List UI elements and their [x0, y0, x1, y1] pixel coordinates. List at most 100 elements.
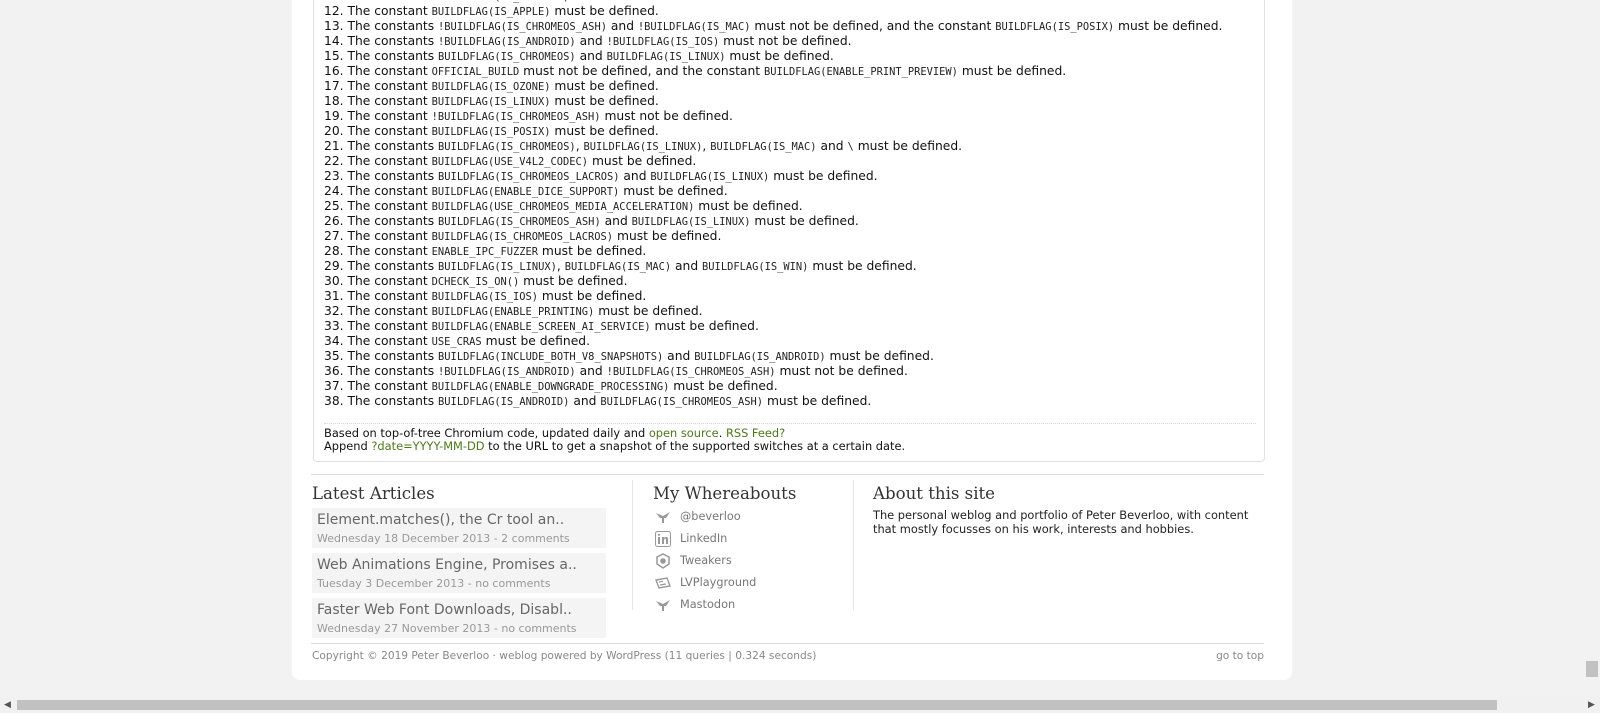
condition-item: 21. The constants BUILDFLAG(IS_CHROMEOS)…: [324, 139, 1259, 154]
condition-number: 25.: [324, 199, 344, 213]
constant-code: BUILDFLAG(IS_OZONE): [431, 81, 551, 93]
condition-number: 36.: [324, 364, 344, 378]
constant-code: BUILDFLAG(IS_LINUX): [438, 261, 557, 273]
condition-item: 12. The constant BUILDFLAG(IS_APPLE) mus…: [324, 4, 1259, 19]
constant-code: BUILDFLAG(USE_CHROMEOS_MEDIA_ACCELERATIO…: [431, 201, 695, 213]
constant-code: BUILDFLAG(ENABLE_PRINT_PREVIEW): [763, 66, 958, 78]
condition-text: ,: [556, 259, 565, 273]
condition-text: The constants: [347, 214, 439, 228]
article-title[interactable]: Web Animations Engine, Promises a..: [317, 557, 577, 573]
divider: [311, 643, 1264, 644]
constant-code: !BUILDFLAG(IS_CHROMEOS_ASH): [431, 111, 601, 123]
condition-text: The constants: [347, 49, 439, 63]
footer-text: to the URL to get a snapshot of the supp…: [484, 439, 906, 453]
constant-code: BUILDFLAG(ENABLE_DICE_SUPPORT): [431, 186, 620, 198]
condition-item: 34. The constant USE_CRAS must be define…: [324, 334, 1259, 349]
scroll-right-arrow-icon[interactable]: ▶: [1588, 700, 1595, 710]
whereabouts-label[interactable]: Tweakers: [680, 554, 732, 567]
condition-number: 11.: [324, 0, 344, 3]
constant-code: !BUILDFLAG(IS_IOS): [606, 36, 720, 48]
whereabouts-label[interactable]: LinkedIn: [680, 532, 727, 545]
constant-code: !BUILDFLAG(IS_ANDROID): [432, 0, 570, 3]
constant-code: BUILDFLAG(IS_CHROMEOS_ASH): [438, 216, 601, 228]
condition-text: must be defined.: [550, 124, 659, 138]
condition-item: 30. The constant DCHECK_IS_ON() must be …: [324, 274, 1259, 289]
condition-number: 37.: [324, 379, 344, 393]
condition-item: 31. The constant BUILDFLAG(IS_IOS) must …: [324, 289, 1259, 304]
whereabouts-label[interactable]: Mastodon: [680, 598, 735, 611]
condition-number: 16.: [324, 64, 344, 78]
condition-number: 17.: [324, 79, 344, 93]
condition-text: and: [575, 34, 607, 48]
tweakers-icon: [655, 553, 671, 569]
condition-number: 26.: [324, 214, 344, 228]
go-to-top-link[interactable]: go to top: [1216, 650, 1264, 662]
condition-number: 15.: [324, 49, 344, 63]
whereabouts-label[interactable]: @beverloo: [680, 510, 741, 523]
open-source-link[interactable]: open source: [649, 426, 719, 440]
condition-text: and: [575, 364, 607, 378]
condition-item: 19. The constant !BUILDFLAG(IS_CHROMEOS_…: [324, 109, 1259, 124]
condition-text: must not be defined.: [569, 0, 701, 3]
box-footer: Based on top-of-tree Chromium code, upda…: [324, 427, 905, 453]
constant-code: BUILDFLAG(IS_ANDROID): [694, 351, 826, 363]
condition-text: must be defined.: [613, 229, 722, 243]
constant-code: BUILDFLAG(IS_CHROMEOS_LACROS): [438, 171, 620, 183]
condition-text: and: [671, 259, 703, 273]
condition-text: The constant: [347, 124, 432, 138]
constant-code: !BUILDFLAG(IS_MAC): [637, 21, 751, 33]
rss-feed-link[interactable]: RSS Feed?: [726, 426, 785, 440]
condition-item: 22. The constant BUILDFLAG(USE_V4L2_CODE…: [324, 154, 1259, 169]
condition-item: 38. The constants BUILDFLAG(IS_ANDROID) …: [324, 394, 1259, 409]
article-item[interactable]: Web Animations Engine, Promises a.. Tues…: [312, 553, 606, 593]
footer-text: .: [718, 426, 726, 440]
condition-text: must not be defined.: [775, 364, 908, 378]
constant-code: !BUILDFLAG(IS_CHROMEOS_ASH): [438, 21, 607, 33]
constant-code: BUILDFLAG(ENABLE_DOWNGRADE_PROCESSING): [431, 381, 670, 393]
horizontal-scrollbar[interactable]: ◀ ▶: [0, 697, 1600, 713]
article-item[interactable]: Element.matches(), the Cr tool an.. Wedn…: [312, 508, 606, 548]
condition-text: must be defined.: [481, 334, 590, 348]
constant-code: BUILDFLAG(IS_LINUX): [631, 216, 751, 228]
article-item[interactable]: Faster Web Font Downloads, Disabl.. Wedn…: [312, 598, 606, 638]
condition-text: must be defined.: [750, 214, 859, 228]
article-title[interactable]: Element.matches(), the Cr tool an..: [317, 512, 564, 528]
condition-text: and: [569, 394, 601, 408]
footer-text: Append: [324, 439, 372, 453]
condition-item: 13. The constants !BUILDFLAG(IS_CHROMEOS…: [324, 19, 1259, 34]
condition-text: must be defined.: [853, 139, 963, 153]
condition-number: 18.: [324, 94, 344, 108]
condition-text: and: [600, 214, 632, 228]
condition-item: 24. The constant BUILDFLAG(ENABLE_DICE_S…: [324, 184, 1259, 199]
condition-text: The constant: [347, 64, 432, 78]
vertical-scrollbar-thumb[interactable]: [1586, 661, 1598, 677]
article-title[interactable]: Faster Web Font Downloads, Disabl..: [317, 602, 572, 618]
constant-code: OFFICIAL_BUILD: [431, 66, 520, 78]
condition-text: The constants: [347, 394, 439, 408]
condition-text: must be defined.: [725, 49, 834, 63]
condition-text: The constant: [347, 379, 432, 393]
constant-code: BUILDFLAG(USE_V4L2_CODEC): [431, 156, 589, 168]
condition-number: 35.: [324, 349, 344, 363]
condition-text: must not be defined, and the constant: [750, 19, 996, 33]
scroll-left-arrow-icon[interactable]: ◀: [4, 700, 11, 710]
horizontal-scrollbar-thumb[interactable]: [17, 700, 1497, 710]
article-meta: Wednesday 18 December 2013 - 2 comments: [317, 532, 570, 545]
latest-articles-heading: Latest Articles: [312, 484, 435, 503]
condition-item: 37. The constant BUILDFLAG(ENABLE_DOWNGR…: [324, 379, 1259, 394]
condition-number: 34.: [324, 334, 344, 348]
condition-text: The constants: [347, 364, 439, 378]
condition-text: must not be defined.: [600, 109, 733, 123]
condition-text: and: [606, 19, 638, 33]
condition-text: The constant: [347, 184, 432, 198]
footer-text: Based on top-of-tree Chromium code, upda…: [324, 426, 649, 440]
condition-item: 26. The constants BUILDFLAG(IS_CHROMEOS_…: [324, 214, 1259, 229]
whereabouts-label[interactable]: LVPlayground: [680, 576, 756, 589]
condition-text: The constant: [347, 289, 432, 303]
condition-text: and: [663, 349, 695, 363]
constant-code: BUILDFLAG(IS_MAC): [564, 261, 672, 273]
article-meta: Wednesday 27 November 2013 - no comments: [317, 622, 577, 635]
condition-text: The constants: [347, 259, 439, 273]
constant-code: !BUILDFLAG(IS_ANDROID): [438, 36, 576, 48]
condition-text: must be defined.: [825, 349, 934, 363]
